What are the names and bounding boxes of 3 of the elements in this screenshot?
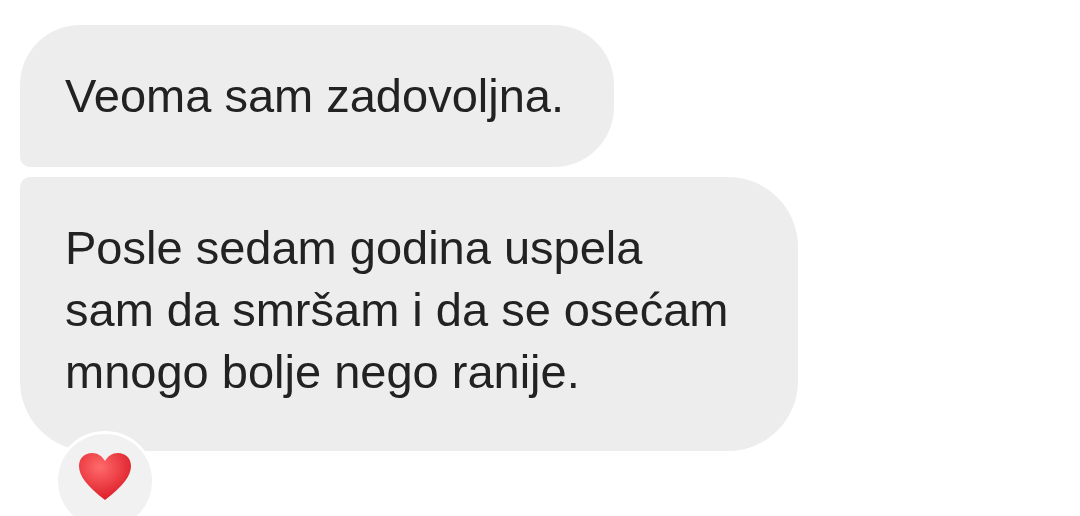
message-text: Posle sedam godina uspela sam da smršam i da se osećam mnogo bolje nego ranije. — [65, 220, 729, 400]
heart-icon — [77, 452, 133, 502]
message-text: Veoma sam zadovoljna. — [65, 68, 564, 124]
